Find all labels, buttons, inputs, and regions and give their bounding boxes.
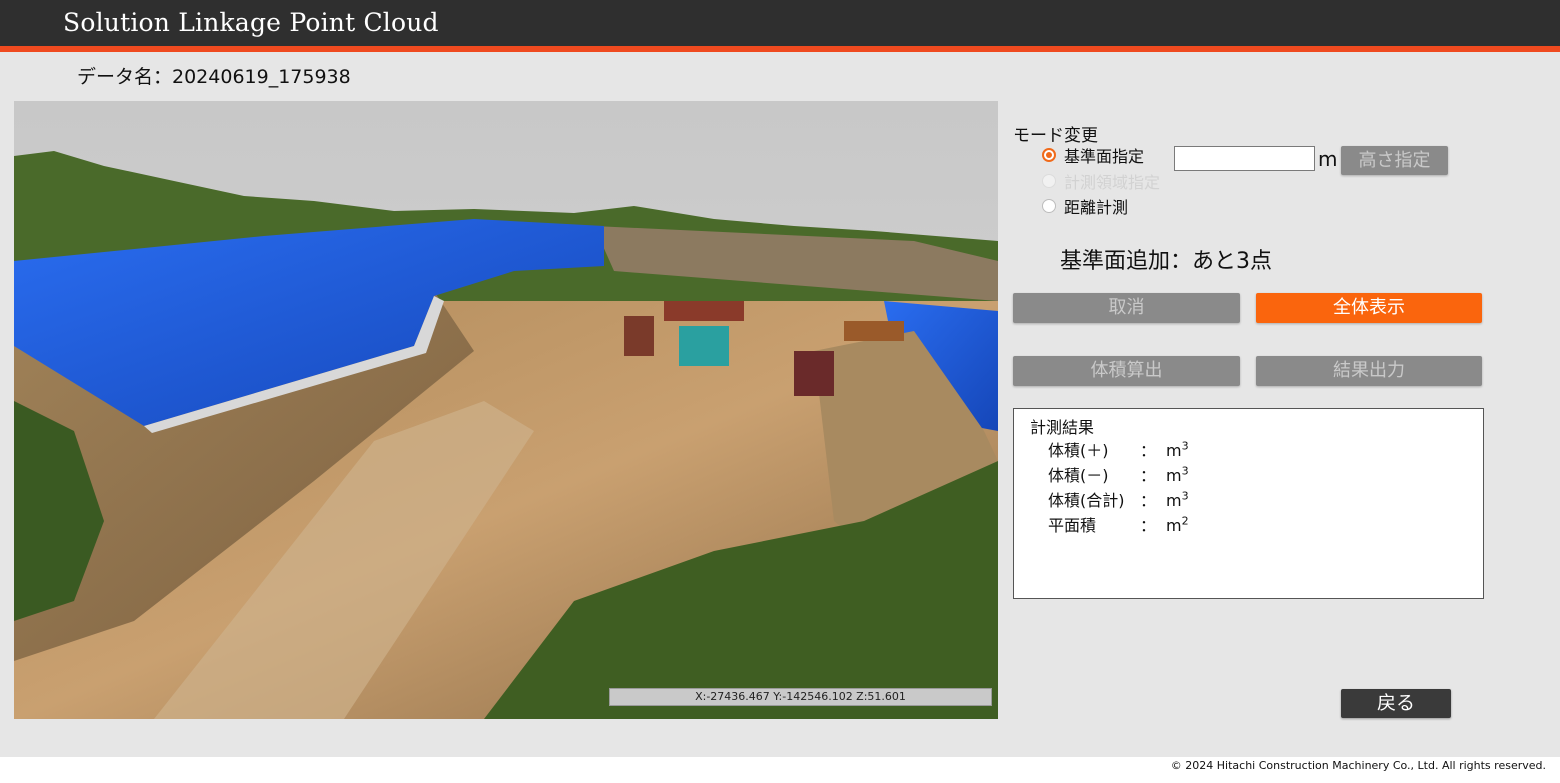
result-row-volume-plus: 体積(＋) ： m3 — [1048, 437, 1189, 461]
data-name-label: データ名：20240619_175938 — [77, 66, 351, 88]
status-message: 基準面追加：あと3点 — [1060, 249, 1272, 274]
height-unit: m — [1318, 147, 1338, 171]
height-input[interactable] — [1174, 146, 1315, 171]
footer: © 2024 Hitachi Construction Machinery Co… — [0, 757, 1560, 783]
result-unit: m3 — [1166, 489, 1189, 510]
export-results-button[interactable]: 結果出力 — [1256, 356, 1482, 386]
result-unit: m3 — [1166, 464, 1189, 485]
mode-option-label: 基準面指定 — [1064, 147, 1145, 166]
mode-option-label: 距離計測 — [1064, 198, 1129, 217]
result-separator: ： — [1140, 491, 1157, 510]
cancel-button[interactable]: 取消 — [1013, 293, 1240, 323]
result-unit: m2 — [1166, 514, 1189, 535]
result-row-plane-area: 平面積 ： m2 — [1048, 512, 1189, 536]
app-title: Solution Linkage Point Cloud — [63, 8, 439, 37]
result-row-volume-minus: 体積(－) ： m3 — [1048, 462, 1189, 486]
header-accent-stripe — [0, 46, 1560, 52]
point-cloud-render[interactable] — [14, 101, 998, 719]
set-height-button[interactable]: 高さ指定 — [1341, 146, 1448, 175]
mode-option-measure-area: 計測領域指定 — [1042, 170, 1160, 192]
result-separator: ： — [1140, 441, 1157, 460]
volume-calc-button[interactable]: 体積算出 — [1013, 356, 1240, 386]
mode-option-reference-plane[interactable]: 基準面指定 — [1042, 144, 1144, 166]
radio-checked-icon[interactable] — [1042, 148, 1056, 162]
back-button[interactable]: 戻る — [1341, 689, 1451, 718]
result-row-volume-total: 体積(合計) ： m3 — [1048, 487, 1189, 511]
measurement-results-panel: 計測結果 体積(＋) ： m3 体積(－) ： m3 体積(合計) ： m3 平面積 ： m2 — [1013, 408, 1484, 599]
radio-icon — [1042, 174, 1056, 188]
result-separator: ： — [1140, 466, 1157, 485]
result-label: 平面積 — [1048, 516, 1097, 535]
result-label: 体積(＋) — [1048, 441, 1109, 460]
results-title: 計測結果 — [1030, 418, 1095, 437]
result-unit: m3 — [1166, 439, 1189, 460]
result-separator: ： — [1140, 516, 1157, 535]
coordinate-readout: X:-27436.467 Y:-142546.102 Z:51.601 — [609, 688, 992, 706]
radio-icon[interactable] — [1042, 199, 1056, 213]
mode-option-label: 計測領域指定 — [1064, 173, 1161, 192]
result-label: 体積(合計) — [1048, 491, 1125, 510]
point-cloud-viewer[interactable]: X:-27436.467 Y:-142546.102 Z:51.601 — [14, 101, 998, 719]
copyright-text: © 2024 Hitachi Construction Machinery Co… — [1170, 759, 1546, 772]
result-label: 体積(－) — [1048, 466, 1109, 485]
mode-option-distance[interactable]: 距離計測 — [1042, 195, 1128, 217]
show-all-button[interactable]: 全体表示 — [1256, 293, 1482, 323]
app-header: Solution Linkage Point Cloud — [0, 0, 1560, 46]
